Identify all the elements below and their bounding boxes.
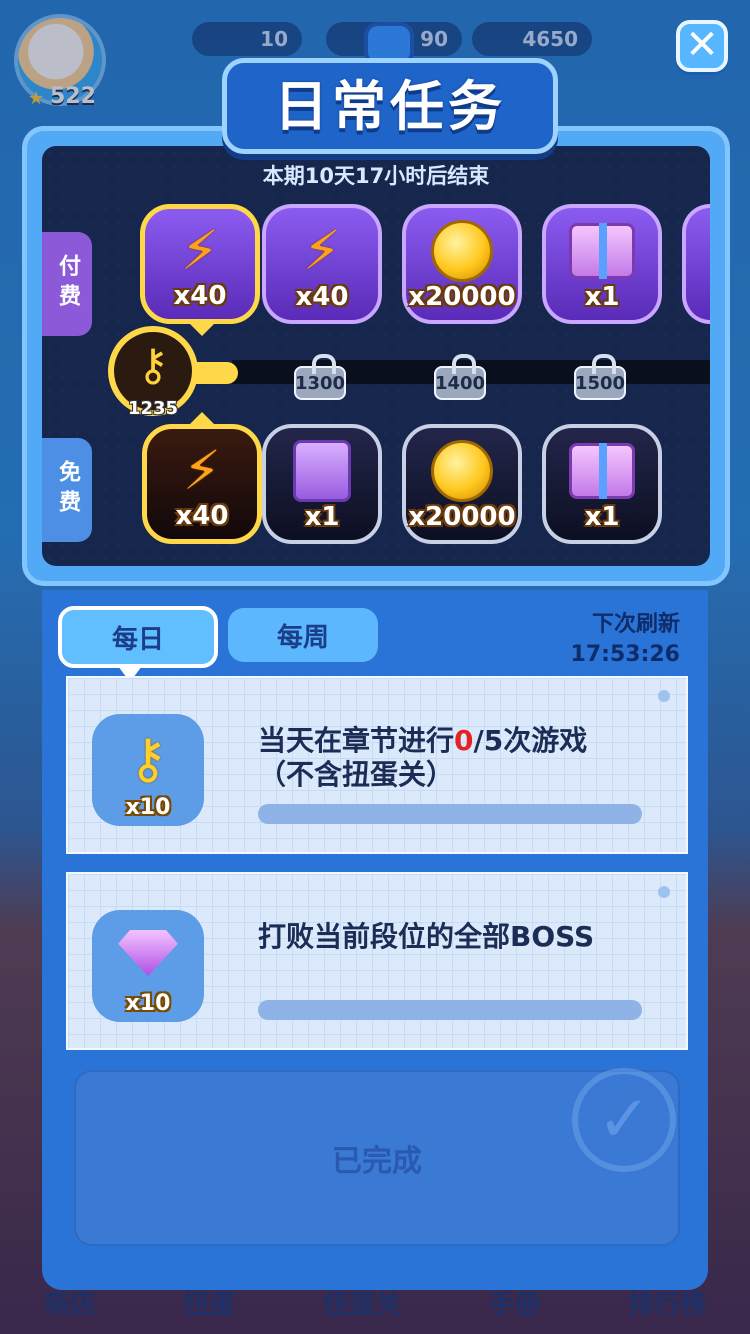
lightning-icon: ⚡ [183, 439, 221, 502]
key-icon: ⚷ [136, 339, 170, 391]
milestone-lock-1: 1300 [294, 354, 346, 400]
refresh-time: 17:53:26 [570, 642, 680, 667]
reward-qty: x1 [584, 282, 620, 312]
lightning-icon: ⚡ [303, 219, 341, 282]
pointer [190, 412, 214, 424]
task-card[interactable]: ⚷ x10 当天在章节进行0/5次游戏 （不含扭蛋关） [66, 676, 688, 854]
milestone-lock-3: 1500 [574, 354, 626, 400]
task-progress-bar [258, 1000, 642, 1020]
gem-icon [118, 930, 178, 976]
reward-qty: x40 [173, 281, 227, 311]
lightning-icon: ⚡ [181, 219, 219, 282]
task-text-pre: 打败当前段位的全部BOSS [258, 920, 595, 953]
free-row-label: 免费 [42, 438, 92, 542]
coin-icon [431, 440, 493, 502]
task-progress-bar [258, 804, 642, 824]
refresh-timer: 下次刷新 17:53:26 [560, 610, 680, 670]
milestone-value: 1500 [574, 372, 626, 394]
paid-reward-3[interactable]: x20000 [402, 204, 522, 324]
check-seal-icon: ✓ [572, 1068, 676, 1172]
dot-icon [658, 690, 670, 702]
pointer [190, 324, 214, 336]
task-description: 打败当前段位的全部BOSS [258, 920, 678, 954]
reward-qty: x1 [584, 502, 620, 532]
close-button[interactable]: ✕ [676, 20, 728, 72]
task-card[interactable]: x10 打败当前段位的全部BOSS [66, 872, 688, 1050]
task-text-pre: 当天在章节进行 [258, 724, 455, 757]
task-reward: x10 [92, 910, 204, 1022]
completed-label: 已完成 [332, 1144, 422, 1179]
task-progress-current: 0 [454, 724, 474, 757]
gift-box-icon [569, 443, 635, 499]
task-reward: ⚷ x10 [92, 714, 204, 826]
reward-qty: x40 [295, 282, 349, 312]
tab-weekly[interactable]: 每周 [228, 608, 378, 662]
milestone-value: 1400 [434, 372, 486, 394]
refresh-label: 下次刷新 [591, 612, 680, 637]
paid-reward-2[interactable]: ⚡ x40 [262, 204, 382, 324]
current-keys: 1235 [127, 398, 179, 419]
reward-qty: x10 [125, 795, 171, 820]
free-reward-3[interactable]: x20000 [402, 424, 522, 544]
period-countdown: 本期10天17小时后结束 [262, 164, 490, 188]
tab-daily[interactable]: 每日 [58, 606, 218, 668]
task-text-line2: （不含扭蛋关） [258, 758, 455, 791]
reward-qty: x1 [304, 502, 340, 532]
page-title: 日常任务 [274, 75, 506, 138]
dot-icon [658, 886, 670, 898]
task-description: 当天在章节进行0/5次游戏 （不含扭蛋关） [258, 724, 678, 792]
reward-qty: x20000 [408, 282, 516, 312]
reward-qty: x20000 [408, 502, 516, 532]
free-reward-2[interactable]: x1 [262, 424, 382, 544]
milestone-lock-2: 1400 [434, 354, 486, 400]
free-reward-1[interactable]: ⚡ x40 [142, 424, 262, 544]
ticket-icon [293, 440, 351, 502]
key-icon: ⚷ [128, 726, 168, 790]
paid-reward-4[interactable]: x1 [542, 204, 662, 324]
paid-row-label: 付费 [42, 232, 92, 336]
free-reward-4[interactable]: x1 [542, 424, 662, 544]
coin-icon [431, 220, 493, 282]
paid-reward-5-partial[interactable] [682, 204, 710, 324]
task-text-post: /5次游戏 [473, 724, 588, 757]
reward-qty: x40 [175, 501, 229, 531]
close-icon: ✕ [685, 22, 719, 68]
gift-box-icon [569, 223, 635, 279]
reward-qty: x10 [125, 991, 171, 1016]
paid-reward-1[interactable]: ⚡ x40 [140, 204, 260, 324]
milestone-value: 1300 [294, 372, 346, 394]
